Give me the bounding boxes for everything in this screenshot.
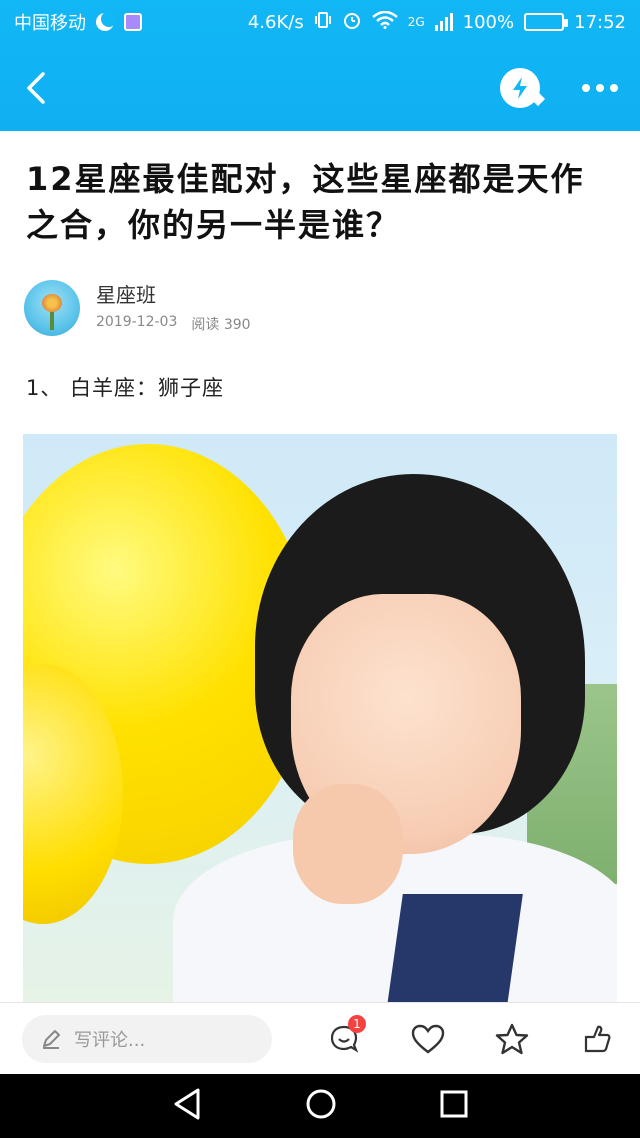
vibrate-icon xyxy=(314,11,332,34)
read-label: 阅读 xyxy=(191,317,220,333)
lightning-icon xyxy=(513,77,527,99)
carrier-label: 中国移动 xyxy=(14,13,86,34)
signal-icon xyxy=(434,13,453,31)
bottom-action-bar: 写评论... 1 xyxy=(0,1002,640,1074)
comments-button[interactable]: 1 xyxy=(322,1014,366,1061)
system-nav-bar xyxy=(0,1074,640,1138)
chevron-left-icon xyxy=(27,72,45,104)
author-block[interactable]: 星座班 2019-12-03 阅读 390 xyxy=(24,280,251,336)
comment-input[interactable]: 写评论... xyxy=(22,1014,272,1063)
section-heading: 1、 白羊座：狮子座 xyxy=(26,376,225,400)
share-button[interactable] xyxy=(574,1017,618,1061)
avatar[interactable] xyxy=(24,280,80,336)
battery-percent: 100% xyxy=(462,11,515,33)
comment-placeholder: 写评论... xyxy=(74,1029,146,1051)
share-icon xyxy=(584,1025,611,1052)
alarm-icon xyxy=(342,10,362,35)
heart-icon xyxy=(411,1024,445,1054)
network-type: 2G xyxy=(407,15,425,29)
system-home-button[interactable] xyxy=(304,1087,338,1125)
status-bar: 中国移动 4.6K/s 2G 100% 17:52 xyxy=(0,0,640,44)
author-name[interactable]: 星座班 xyxy=(96,282,251,308)
battery-icon xyxy=(524,13,569,31)
more-button[interactable] xyxy=(576,84,624,92)
system-recents-button[interactable] xyxy=(439,1089,469,1123)
triangle-back-icon xyxy=(174,1088,200,1120)
article-title: 12星座最佳配对，这些星座都是天作之合，你的另一半是谁？ xyxy=(26,160,585,244)
wifi-icon xyxy=(371,10,398,34)
star-icon xyxy=(495,1023,529,1054)
network-speed: 4.6K/s xyxy=(247,11,304,33)
moon-icon xyxy=(96,11,117,31)
top-bar: 中国移动 4.6K/s 2G 100% 17:52 xyxy=(0,0,640,131)
clock: 17:52 xyxy=(574,11,626,33)
circle-home-icon xyxy=(306,1089,336,1119)
like-button[interactable] xyxy=(406,1017,450,1061)
nav-bar xyxy=(0,52,640,124)
article-image[interactable] xyxy=(23,434,617,1004)
more-icon xyxy=(582,84,590,92)
pencil-icon xyxy=(43,1029,60,1049)
publish-date: 2019-12-03 xyxy=(96,314,178,330)
back-button[interactable] xyxy=(16,68,56,108)
favorite-button[interactable] xyxy=(490,1017,534,1061)
read-count: 390 xyxy=(223,317,251,333)
system-back-button[interactable] xyxy=(171,1087,203,1125)
square-recents-icon xyxy=(440,1090,468,1118)
quick-share-button[interactable] xyxy=(500,68,540,108)
gallery-icon xyxy=(124,13,142,31)
comment-count-badge: 1 xyxy=(348,1014,366,1033)
